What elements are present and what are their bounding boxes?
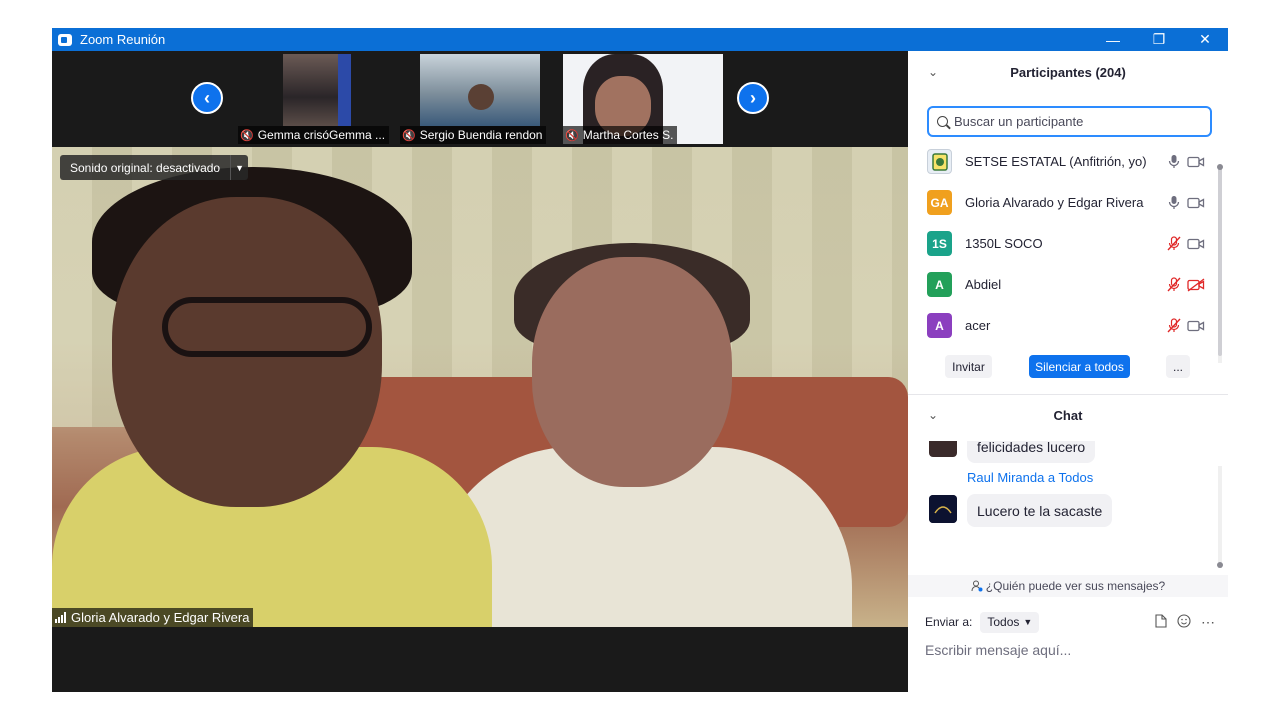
thumbnail-strip: ‹ 🔇 Gemma crisóGemma ... 🔇 Sergio Buendi… — [52, 51, 908, 147]
microphone-muted-icon[interactable] — [1167, 318, 1181, 334]
close-icon[interactable]: ✕ — [1182, 28, 1228, 51]
video-camera-icon[interactable] — [1187, 319, 1207, 333]
chat-sender: Raul Miranda a Todos — [967, 470, 1094, 485]
participant-search-field[interactable] — [927, 106, 1212, 137]
chat-message: Lucero te la sacaste — [967, 494, 1113, 527]
chevron-down-icon: ▼ — [1023, 617, 1033, 627]
participant-avatar: 1S — [927, 231, 952, 256]
mic-muted-icon: 🔇 — [402, 129, 416, 142]
more-icon[interactable]: ⋯ — [1201, 614, 1215, 631]
participant-search-input[interactable] — [954, 114, 1194, 129]
chevron-down-icon[interactable]: ⌄ — [928, 65, 938, 79]
participants-scroll-top[interactable] — [1217, 164, 1223, 170]
zoom-window: Zoom Reunión — ❐ ✕ ‹ 🔇 Gemma crisóGemma … — [52, 28, 1228, 692]
participants-scroll-thumb[interactable] — [1218, 166, 1222, 356]
zoom-app-icon — [58, 33, 72, 46]
file-icon[interactable] — [1155, 613, 1167, 631]
chat-compose-input[interactable]: Escribir mensaje aquí... — [925, 642, 1215, 658]
participant-name: acer — [965, 318, 991, 333]
video-camera-icon[interactable] — [1187, 237, 1207, 251]
participant-name: Gloria Alvarado y Edgar Rivera — [965, 195, 1144, 210]
previous-page-button[interactable]: ‹ — [191, 82, 223, 114]
window-title: Zoom Reunión — [80, 32, 166, 47]
who-can-see-messages[interactable]: ¿Quién puede ver sus mensajes? — [908, 575, 1228, 597]
chat-message: felicidades lucero — [967, 441, 1096, 463]
restore-icon[interactable]: ❐ — [1136, 28, 1182, 51]
next-page-button[interactable]: › — [737, 82, 769, 114]
original-sound-toggle[interactable]: Sonido original: desactivado ▼ — [60, 155, 249, 180]
thumbnail-name-tag: 🔇 Martha Cortes S. — [563, 126, 678, 144]
participant-avatar: GA — [927, 190, 952, 215]
participant-row[interactable]: GA Gloria Alvarado y Edgar Rivera — [908, 182, 1218, 223]
video-camera-off-icon[interactable] — [1187, 277, 1207, 292]
participant-row[interactable]: A acer — [908, 305, 1218, 346]
thumbnail-video[interactable]: 🔇 Martha Cortes S. — [563, 54, 723, 144]
participant-row[interactable]: 1S 1350L SOCO — [908, 223, 1218, 264]
person-icon — [971, 580, 983, 592]
chat-scroll-thumb[interactable] — [1217, 562, 1223, 568]
send-to-label: Enviar a: — [925, 615, 973, 629]
chat-actions: ⋯ — [1155, 614, 1215, 631]
sender-avatar — [929, 495, 957, 523]
thumbnail-name-tag: 🔇 Sergio Buendia rendon — [400, 126, 547, 144]
invite-button[interactable]: Invitar — [945, 355, 992, 378]
side-panel: ⌄ Participantes (204) SETSE ESTATAL (Anf… — [908, 51, 1228, 692]
minimize-icon[interactable]: — — [1090, 28, 1136, 51]
sender-avatar — [929, 441, 957, 457]
participant-row[interactable]: SETSE ESTATAL (Anfitrión, yo) — [908, 141, 1218, 182]
send-to-row: Enviar a: Todos ▼ ⋯ — [925, 611, 1215, 633]
chat-scrollbar[interactable] — [1218, 466, 1222, 568]
search-icon — [937, 116, 948, 127]
more-options-button[interactable]: ... — [1166, 355, 1190, 378]
video-camera-icon[interactable] — [1187, 155, 1207, 169]
panel-divider — [908, 394, 1228, 395]
send-to-dropdown[interactable]: Todos ▼ — [980, 611, 1040, 633]
thumbnail-video[interactable]: 🔇 Sergio Buendia rendon — [400, 54, 560, 144]
participant-name: SETSE ESTATAL (Anfitrión, yo) — [965, 154, 1147, 169]
participant-avatar: A — [927, 272, 952, 297]
participant-row[interactable]: A Abdiel — [908, 264, 1218, 305]
mic-muted-icon: 🔇 — [240, 129, 254, 142]
participant-name: 1350L SOCO — [965, 236, 1043, 251]
participant-avatar — [927, 149, 952, 174]
thumbnail-video[interactable]: 🔇 Gemma crisóGemma ... — [238, 54, 398, 144]
video-camera-icon[interactable] — [1187, 196, 1207, 210]
mic-muted-icon: 🔇 — [565, 129, 579, 142]
participants-header: ⌄ Participantes (204) — [928, 64, 1126, 80]
chat-header: ⌄ Chat — [928, 407, 1083, 423]
video-area: ‹ 🔇 Gemma crisóGemma ... 🔇 Sergio Buendi… — [52, 51, 908, 692]
signal-strength-icon — [55, 612, 66, 623]
speaker-name-tag: Gloria Alvarado y Edgar Rivera — [52, 608, 254, 627]
chat-messages: felicidades lucero Raul Miranda a Todos … — [908, 441, 1218, 576]
chevron-down-icon[interactable]: ▼ — [230, 155, 248, 180]
participants-list: SETSE ESTATAL (Anfitrión, yo) GA Gloria … — [908, 141, 1228, 341]
microphone-icon[interactable] — [1167, 154, 1181, 170]
participant-avatar: A — [927, 313, 952, 338]
original-sound-label: Sonido original: desactivado — [70, 160, 221, 175]
emoji-icon[interactable] — [1177, 613, 1191, 631]
chevron-down-icon[interactable]: ⌄ — [928, 408, 938, 422]
title-bar: Zoom Reunión — ❐ ✕ — [52, 28, 1228, 51]
microphone-muted-icon[interactable] — [1167, 236, 1181, 252]
microphone-muted-icon[interactable] — [1167, 277, 1181, 293]
mute-all-button[interactable]: Silenciar a todos — [1029, 355, 1130, 378]
window-controls: — ❐ ✕ — [1090, 28, 1228, 51]
active-speaker-video[interactable]: Sonido original: desactivado ▼ Gloria Al… — [52, 147, 908, 627]
thumbnail-name-tag: 🔇 Gemma crisóGemma ... — [238, 126, 390, 144]
participant-name: Abdiel — [965, 277, 1002, 292]
microphone-icon[interactable] — [1167, 195, 1181, 211]
